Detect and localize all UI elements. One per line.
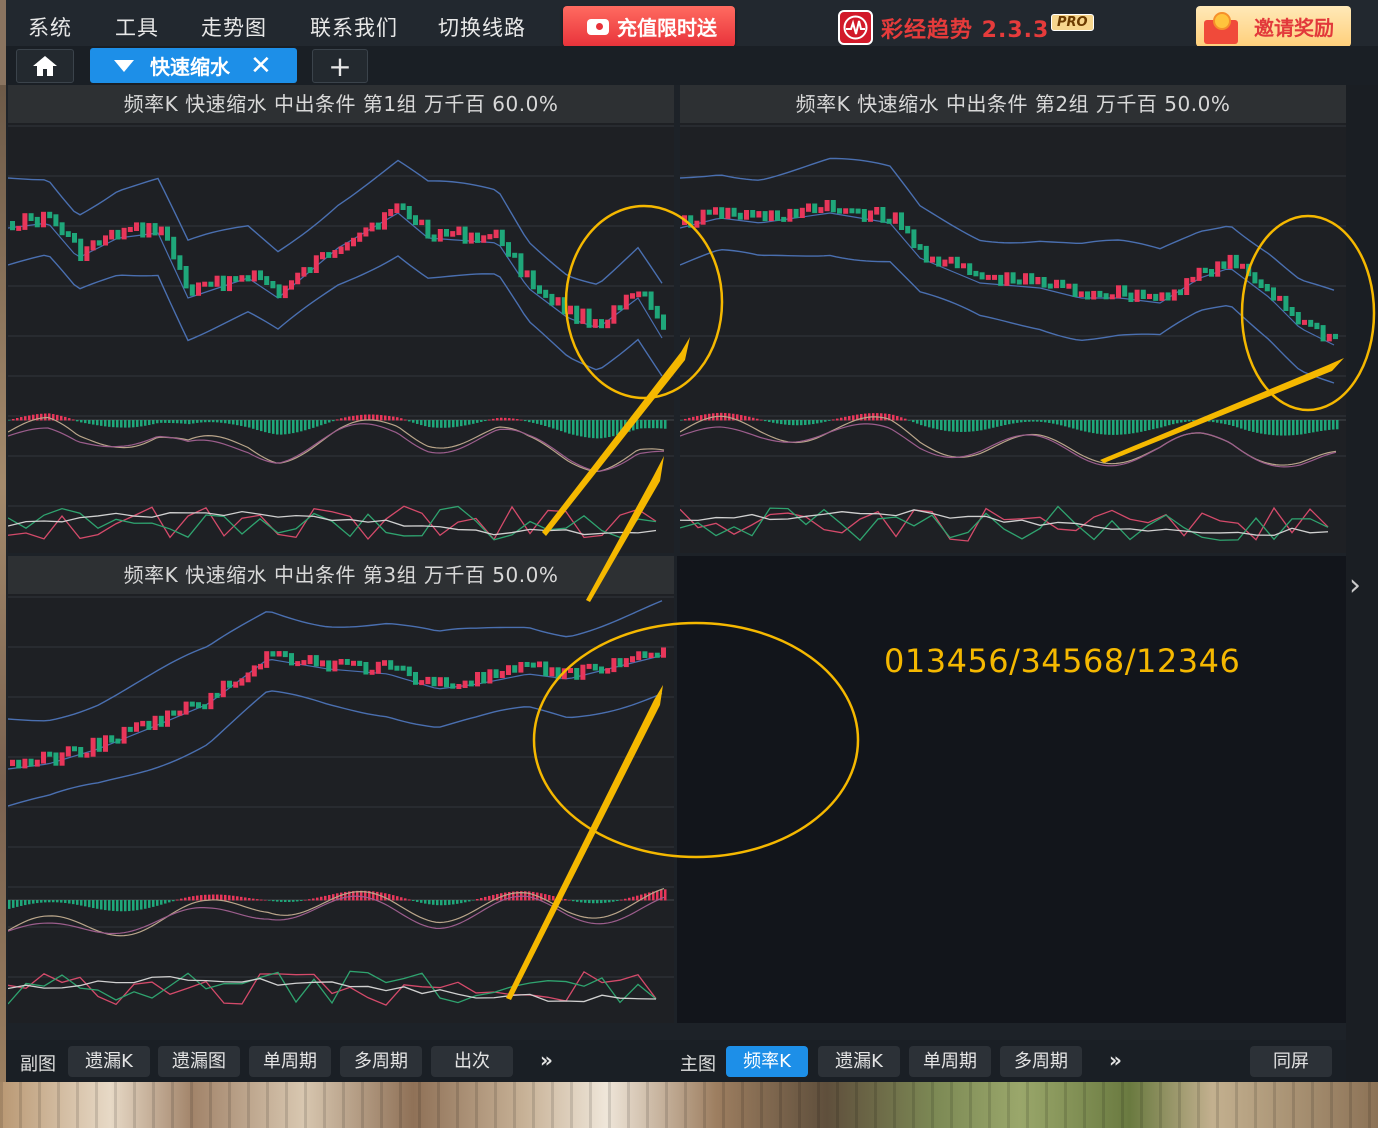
wallpaper-bottom: [0, 1082, 1378, 1128]
highlight-circle-2: [1240, 214, 1376, 412]
arrow-2: [586, 456, 664, 602]
desktop: 系统 工具 走势图 联系我们 切换线路 充值限时送 彩经趋势 2.3.3 PRO…: [0, 0, 1378, 1128]
annotation-overlay: [506, 204, 1376, 1000]
highlight-circle-1: [564, 204, 724, 400]
arrow-1: [542, 337, 690, 536]
arrow-4: [506, 685, 663, 1000]
highlight-circle-3: [532, 621, 860, 859]
app-window: 系统 工具 走势图 联系我们 切换线路 充值限时送 彩经趋势 2.3.3 PRO…: [6, 0, 1378, 1082]
